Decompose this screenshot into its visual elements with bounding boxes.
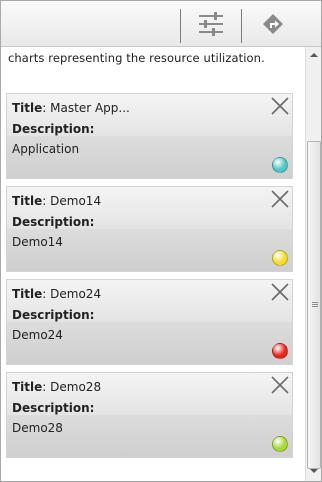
card-title: Master App...: [50, 101, 130, 115]
resource-card[interactable]: Title: Demo24 Description: Demo24: [6, 279, 293, 365]
toolbar-separator: [241, 9, 242, 43]
card-title-row: Title: Demo14: [12, 194, 101, 208]
close-icon: [271, 376, 289, 394]
grip-line: [312, 302, 318, 303]
scrollbar-thumb[interactable]: [307, 141, 321, 469]
description-label: Description:: [12, 308, 95, 322]
card-description: Demo24: [12, 328, 63, 342]
status-indicator: [272, 250, 288, 266]
close-button[interactable]: [270, 96, 290, 116]
card-description: Demo28: [12, 421, 63, 435]
vertical-scrollbar[interactable]: [305, 47, 321, 481]
status-indicator: [272, 436, 288, 452]
grip-line: [312, 304, 318, 305]
title-colon: :: [42, 287, 51, 301]
title-label: Title: [12, 194, 43, 208]
card-title-row: Title: Demo28: [12, 380, 101, 394]
directions-sign-icon: [263, 14, 283, 34]
navigate-button[interactable]: [253, 7, 293, 41]
card-description: Application: [12, 142, 80, 156]
title-colon: :: [42, 380, 51, 394]
card-title: Demo24: [50, 287, 102, 301]
filter-settings-button[interactable]: [191, 7, 231, 41]
scroll-up-button[interactable]: [306, 47, 321, 63]
close-icon: [271, 97, 289, 115]
close-button[interactable]: [270, 189, 290, 209]
app-window: charts representing the resource utiliza…: [0, 0, 322, 482]
card-title: Demo14: [50, 194, 102, 208]
sliders-icon: [199, 12, 223, 36]
card-description: Demo14: [12, 235, 63, 249]
card-title: Demo28: [50, 380, 102, 394]
title-colon: :: [42, 101, 51, 115]
description-label: Description:: [12, 401, 95, 415]
resource-card[interactable]: Title: Demo28 Description: Demo28: [6, 372, 293, 458]
grip-line: [312, 306, 318, 307]
scroll-down-button[interactable]: [306, 463, 321, 479]
description-label: Description:: [12, 215, 95, 229]
toolbar-separator: [180, 9, 181, 43]
toolbar: [1, 1, 321, 47]
title-label: Title: [12, 101, 43, 115]
arrow-down-icon: [310, 469, 318, 473]
close-button[interactable]: [270, 375, 290, 395]
close-icon: [271, 190, 289, 208]
status-indicator: [272, 157, 288, 173]
resource-card[interactable]: Title: Demo14 Description: Demo14: [6, 186, 293, 272]
arrow-up-icon: [310, 53, 318, 57]
resource-card[interactable]: Title: Master App... Description: Applicat…: [6, 93, 293, 179]
description-label: Description:: [12, 122, 95, 136]
title-label: Title: [12, 380, 43, 394]
card-title-row: Title: Demo24: [12, 287, 101, 301]
close-button[interactable]: [270, 282, 290, 302]
card-title-row: Title: Master App...: [12, 101, 130, 115]
title-label: Title: [12, 287, 43, 301]
close-icon: [271, 283, 289, 301]
title-colon: :: [42, 194, 51, 208]
intro-text: charts representing the resource utiliza…: [8, 51, 265, 65]
status-indicator: [272, 343, 288, 359]
